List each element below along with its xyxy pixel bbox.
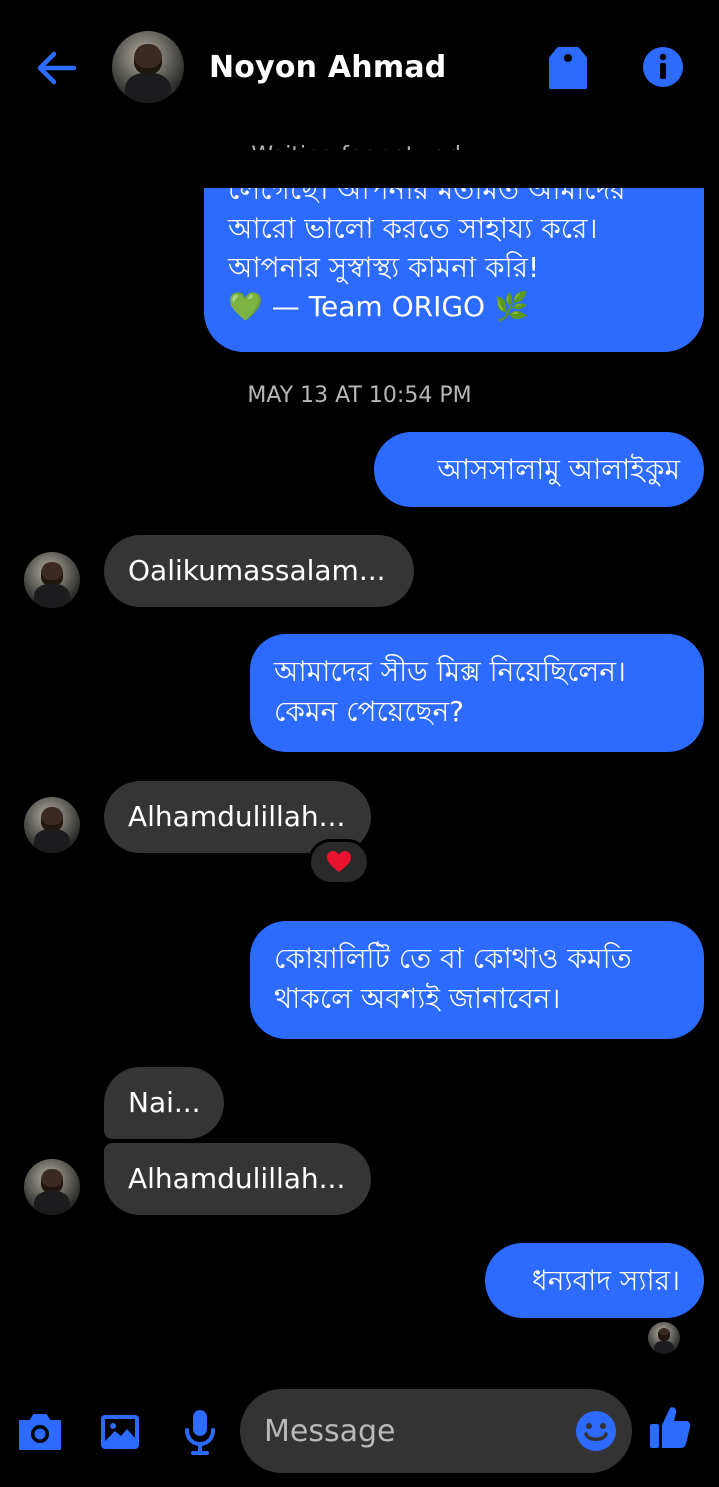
emoji-icon (576, 1411, 616, 1451)
contact-avatar[interactable] (112, 31, 184, 103)
tag-button[interactable] (546, 44, 590, 92)
tag-icon (549, 47, 587, 89)
message-input[interactable] (264, 1409, 564, 1453)
thumbs-up-icon (650, 1407, 691, 1448)
like-button[interactable] (648, 1404, 698, 1454)
outgoing-message[interactable]: কোয়ালিটি তে বা কোথাও কমতি থাকলে অবশ্যই … (250, 921, 704, 1039)
emoji-button[interactable] (574, 1409, 618, 1453)
seen-receipt-avatar (648, 1322, 680, 1354)
message-line: আপনার সুস্বাস্থ্য কামনা করি! (228, 251, 540, 284)
sender-avatar[interactable] (24, 797, 80, 853)
message-line: কেমন পেয়েছেন? (274, 695, 465, 728)
gallery-button[interactable] (95, 1404, 145, 1460)
sender-avatar[interactable] (24, 552, 80, 608)
outgoing-message[interactable]: লেগেছে। আপনার মতামত আমাদের আরো ভালো করতে… (204, 150, 704, 352)
image-icon (101, 1415, 139, 1449)
message-timestamp: MAY 13 AT 10:54 PM (247, 383, 472, 408)
incoming-message[interactable]: Alhamdulillah... (104, 1143, 371, 1215)
green-heart-emoji: 💚 (228, 290, 263, 323)
message-line: থাকলে অবশ্যই জানাবেন। (274, 982, 561, 1015)
reaction-badge[interactable] (308, 839, 370, 885)
info-icon (643, 47, 683, 87)
incoming-message[interactable]: Nai... (104, 1067, 224, 1139)
heart-icon (327, 851, 351, 872)
back-arrow-icon (37, 51, 76, 85)
incoming-message[interactable]: Oalikumassalam... (104, 535, 414, 607)
message-line: আমাদের সীড মিক্স নিয়েছিলেন। (274, 655, 626, 688)
scroll-clip (204, 150, 704, 188)
outgoing-message[interactable]: আমাদের সীড মিক্স নিয়েছিলেন। কেমন পেয়েছ… (250, 634, 704, 752)
outgoing-message[interactable]: আসসালামু আলাইকুম (374, 432, 704, 507)
message-signature: — Team ORIGO (262, 290, 494, 323)
microphone-icon (185, 1410, 215, 1455)
camera-icon (19, 1414, 61, 1450)
message-line: 💚 — Team ORIGO 🌿 (228, 287, 626, 326)
back-button[interactable] (32, 48, 80, 88)
herb-emoji: 🌿 (493, 290, 529, 323)
outgoing-message[interactable]: ধন্যবাদ স্যার। (485, 1243, 704, 1318)
voice-button[interactable] (175, 1404, 225, 1460)
camera-button[interactable] (15, 1404, 65, 1460)
info-button[interactable] (640, 44, 686, 90)
message-line: আরো ভালো করতে সাহায্য করে। (228, 212, 598, 245)
chat-header: Noyon Ahmad (0, 0, 719, 140)
sender-avatar[interactable] (24, 1159, 80, 1215)
message-line: কোয়ালিটি তে বা কোথাও কমতি (274, 942, 632, 975)
contact-name[interactable]: Noyon Ahmad (209, 50, 446, 85)
